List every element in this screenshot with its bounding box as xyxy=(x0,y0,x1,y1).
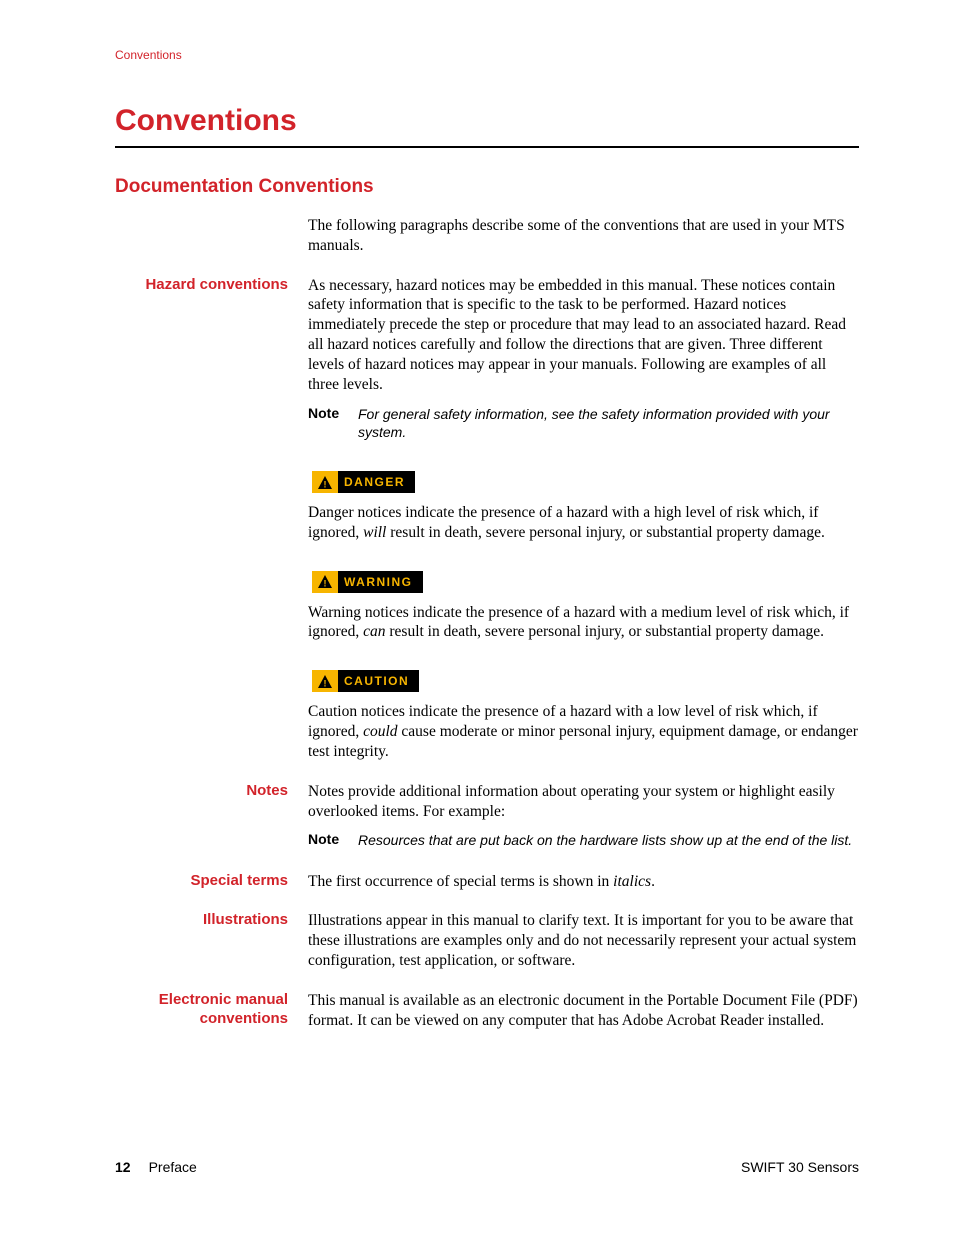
svg-text:!: ! xyxy=(324,479,327,489)
running-head: Conventions xyxy=(115,48,859,62)
warning-text: Warning notices indicate the presence of… xyxy=(308,603,859,643)
illustrations-body: Illustrations appear in this manual to c… xyxy=(308,911,859,970)
side-empty xyxy=(115,216,308,266)
warning-triangle-icon: ! xyxy=(312,471,338,493)
special-terms-body: The first occurrence of special terms is… xyxy=(308,872,859,892)
caution-label: CAUTION xyxy=(338,670,419,692)
note-label-2: Note xyxy=(308,831,358,849)
warning-triangle-icon: ! xyxy=(312,670,338,692)
footer-doc-title: SWIFT 30 Sensors xyxy=(741,1159,859,1175)
footer-section: Preface xyxy=(149,1159,197,1175)
side-notes: Notes xyxy=(115,782,308,862)
side-illustrations: Illustrations xyxy=(115,911,308,980)
warning-triangle-icon: ! xyxy=(312,571,338,593)
side-hazard: Hazard conventions xyxy=(115,276,308,453)
warning-badge: ! WARNING xyxy=(312,571,423,593)
side-special-terms: Special terms xyxy=(115,872,308,902)
page-content: Conventions Conventions Documentation Co… xyxy=(0,0,954,1041)
page-footer: 12 Preface SWIFT 30 Sensors xyxy=(115,1159,859,1175)
svg-text:!: ! xyxy=(324,678,327,688)
note-label-1: Note xyxy=(308,405,358,441)
warning-label: WARNING xyxy=(338,571,423,593)
svg-text:!: ! xyxy=(324,579,327,589)
caution-badge: ! CAUTION xyxy=(312,670,419,692)
heading-rule xyxy=(115,146,859,148)
danger-text: Danger notices indicate the presence of … xyxy=(308,503,859,543)
caution-text: Caution notices indicate the presence of… xyxy=(308,702,859,761)
page-number: 12 xyxy=(115,1159,131,1175)
danger-badge: ! DANGER xyxy=(312,471,415,493)
note-text-2: Resources that are put back on the hardw… xyxy=(358,831,859,849)
hazard-body: As necessary, hazard notices may be embe… xyxy=(308,276,859,395)
notes-body: Notes provide additional information abo… xyxy=(308,782,859,822)
emanual-body: This manual is available as an electroni… xyxy=(308,991,859,1031)
intro-paragraph: The following paragraphs describe some o… xyxy=(308,216,859,256)
heading-doc-conventions: Documentation Conventions xyxy=(115,176,859,198)
danger-label: DANGER xyxy=(338,471,415,493)
note-text-1: For general safety information, see the … xyxy=(358,405,859,441)
heading-conventions: Conventions xyxy=(115,104,859,140)
side-emanual: Electronic manual conventions xyxy=(115,991,308,1041)
